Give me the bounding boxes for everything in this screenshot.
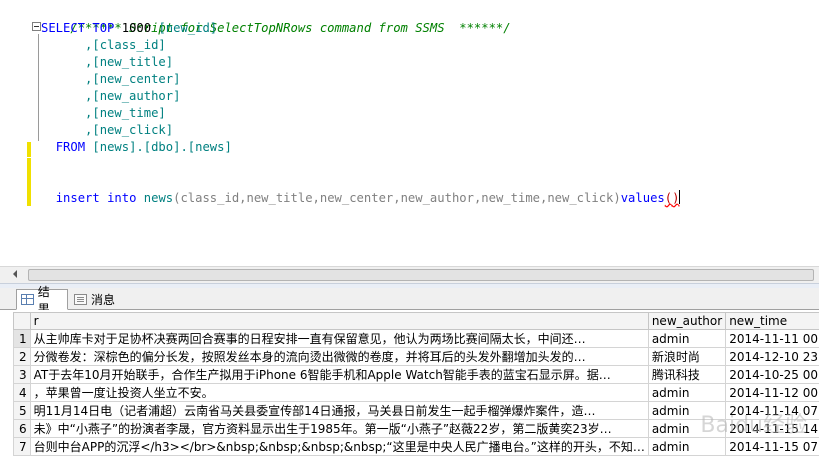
column-ref: ,[new_title] <box>85 55 174 69</box>
change-marker <box>27 142 31 157</box>
grid-cell[interactable]: 2014-11-14 07:24:00.000 <box>725 401 819 420</box>
keyword-select: SELECT <box>41 21 86 35</box>
tab-messages-label: 消息 <box>91 293 116 307</box>
keyword-insert: insert <box>55 191 100 205</box>
code-line-column: ,[new_time] <box>41 105 166 122</box>
grid-cell[interactable]: admin <box>647 419 727 438</box>
grid-cell[interactable]: admin <box>647 437 727 456</box>
code-line-from: FROM [news].[dbo].[news] <box>41 139 232 156</box>
grid-cell[interactable]: 新浪时尚 <box>647 347 727 366</box>
table-name: news <box>143 191 174 205</box>
row-number[interactable]: 2 <box>13 347 31 366</box>
grid-cell[interactable]: 明11月14日电（记者浦超）云南省马关县委宣传部14日通报，马关县日前发生一起手… <box>29 401 649 420</box>
grid-header-row: r new_author new_time n <box>13 312 819 330</box>
row-number[interactable]: 1 <box>13 329 31 348</box>
grid-cell[interactable]: 台则中台APP的沉浮</h3></br>&nbsp;&nbsp;&nbsp;&n… <box>29 437 649 456</box>
column-ref: ,[class_id] <box>85 38 166 52</box>
grid-cell[interactable]: 分微卷发：深棕色的偏分长发，按照发丝本身的流向烫出微微的卷度，并将耳后的头发外翻… <box>29 347 649 366</box>
code-line-column: ,[new_author] <box>41 88 180 105</box>
code-line-column: ,[new_title] <box>41 54 173 71</box>
grid-cell[interactable]: admin <box>647 329 727 348</box>
query-editor[interactable]: /****** Script for SelectTopNRows comman… <box>0 0 819 266</box>
code-line-column: ,[class_id] <box>41 37 166 54</box>
table-row[interactable]: 7 台则中台APP的沉浮</h3></br>&nbsp;&nbsp;&nbsp;… <box>13 437 819 456</box>
grid-cell[interactable]: admin <box>647 383 727 402</box>
change-marker <box>27 158 31 206</box>
grid-cell[interactable]: 2014-12-10 23:00:00.000 <box>725 347 819 366</box>
table-ref: [news].[dbo].[news] <box>92 140 232 154</box>
row-number[interactable]: 4 <box>13 383 31 402</box>
fold-guide-line <box>38 34 39 141</box>
tab-messages[interactable]: 消息 <box>70 289 128 310</box>
code-line-select: SELECT TOP 1000 [new_id] <box>41 20 217 37</box>
row-number-header[interactable] <box>13 312 31 330</box>
table-row[interactable]: 3 AT于去年10月开始联手，合作生产拟用于iPhone 6智能手机和Apple… <box>13 365 819 384</box>
keyword-into: into <box>107 191 137 205</box>
row-number[interactable]: 5 <box>13 401 31 420</box>
row-number[interactable]: 7 <box>13 437 31 456</box>
code-line-column: ,[new_center] <box>41 71 180 88</box>
table-row[interactable]: 6 未》中“小燕子”的扮演者李晟，官方资料显示出生于1985年。第一版“小燕子”… <box>13 419 819 438</box>
table-row[interactable]: 4 ，苹果曾一度让投资人坐立不安。 admin 2014-11-12 00:00… <box>13 383 819 402</box>
tab-results[interactable]: 结果 <box>16 285 68 316</box>
row-number[interactable]: 6 <box>13 419 31 438</box>
grid-cell[interactable]: 未》中“小燕子”的扮演者李晟，官方资料显示出生于1985年。第一版“小燕子”赵薇… <box>29 419 649 438</box>
results-pane: r new_author new_time n 1 从主帅库卡对于足协杯决赛两回… <box>0 310 819 457</box>
code-line-insert: insert into news(class_id,new_title,new_… <box>41 190 681 207</box>
scrollbar-thumb[interactable] <box>28 269 814 281</box>
grid-cell[interactable]: admin <box>647 401 727 420</box>
grid-cell[interactable]: 腾讯科技 <box>647 365 727 384</box>
grid-cell[interactable]: 从主帅库卡对于足协杯决赛两回合赛事的日程安排一直有保留意见，他认为两场比赛间隔太… <box>29 329 649 348</box>
keyword-values: values <box>620 191 665 205</box>
column-header[interactable]: new_author <box>647 312 727 330</box>
grid-cell[interactable]: 2014-11-11 00:00:00.000 <box>725 329 819 348</box>
scroll-left-arrow-icon[interactable] <box>13 270 17 278</box>
syntax-error-parens: () <box>664 191 680 205</box>
editor-gutter <box>0 0 13 266</box>
keyword-top: TOP <box>92 21 115 35</box>
results-grid: r new_author new_time n 1 从主帅库卡对于足协杯决赛两回… <box>13 312 819 456</box>
code-line-comment: /****** Script for SelectTopNRows comman… <box>41 3 510 35</box>
column-header[interactable]: r <box>29 312 649 330</box>
table-row[interactable]: 2 分微卷发：深棕色的偏分长发，按照发丝本身的流向烫出微微的卷度，并将耳后的头发… <box>13 347 819 366</box>
code-line-column: ,[new_click] <box>41 122 173 139</box>
grid-icon <box>21 294 34 305</box>
column-ref: ,[new_time] <box>85 106 166 120</box>
table-row[interactable]: 1 从主帅库卡对于足协杯决赛两回合赛事的日程安排一直有保留意见，他认为两场比赛间… <box>13 329 819 348</box>
grid-cell[interactable]: 2014-11-15 14:22:25.000 <box>725 419 819 438</box>
column-ref: ,[new_center] <box>85 72 181 86</box>
keyword-from: FROM <box>55 140 86 154</box>
column-ref: ,[new_author] <box>85 89 181 103</box>
grid-cell[interactable]: 2014-11-12 00:00:00.000 <box>725 383 819 402</box>
results-tabbar: 结果 消息 <box>0 285 819 316</box>
grid-cell[interactable]: ，苹果曾一度让投资人坐立不安。 <box>29 383 649 402</box>
editor-horizontal-scrollbar[interactable] <box>0 266 819 283</box>
collapse-toggle-icon[interactable] <box>32 22 41 31</box>
grid-cell[interactable]: AT于去年10月开始联手，合作生产拟用于iPhone 6智能手机和Apple W… <box>29 365 649 384</box>
row-number[interactable]: 3 <box>13 365 31 384</box>
top-count: 1000 <box>121 21 152 35</box>
table-row[interactable]: 5 明11月14日电（记者浦超）云南省马关县委宣传部14日通报，马关县日前发生一… <box>13 401 819 420</box>
message-icon <box>74 294 87 305</box>
column-header[interactable]: new_time <box>725 312 819 330</box>
column-ref: [new_id] <box>158 21 218 35</box>
column-list: (class_id,new_title,new_center,new_autho… <box>173 191 621 205</box>
column-ref: ,[new_click] <box>85 123 174 137</box>
grid-cell[interactable]: 2014-10-25 00:00:00.000 <box>725 365 819 384</box>
grid-cell[interactable]: 2014-11-15 07:00:00.000 <box>725 437 819 456</box>
text-caret <box>679 190 681 204</box>
